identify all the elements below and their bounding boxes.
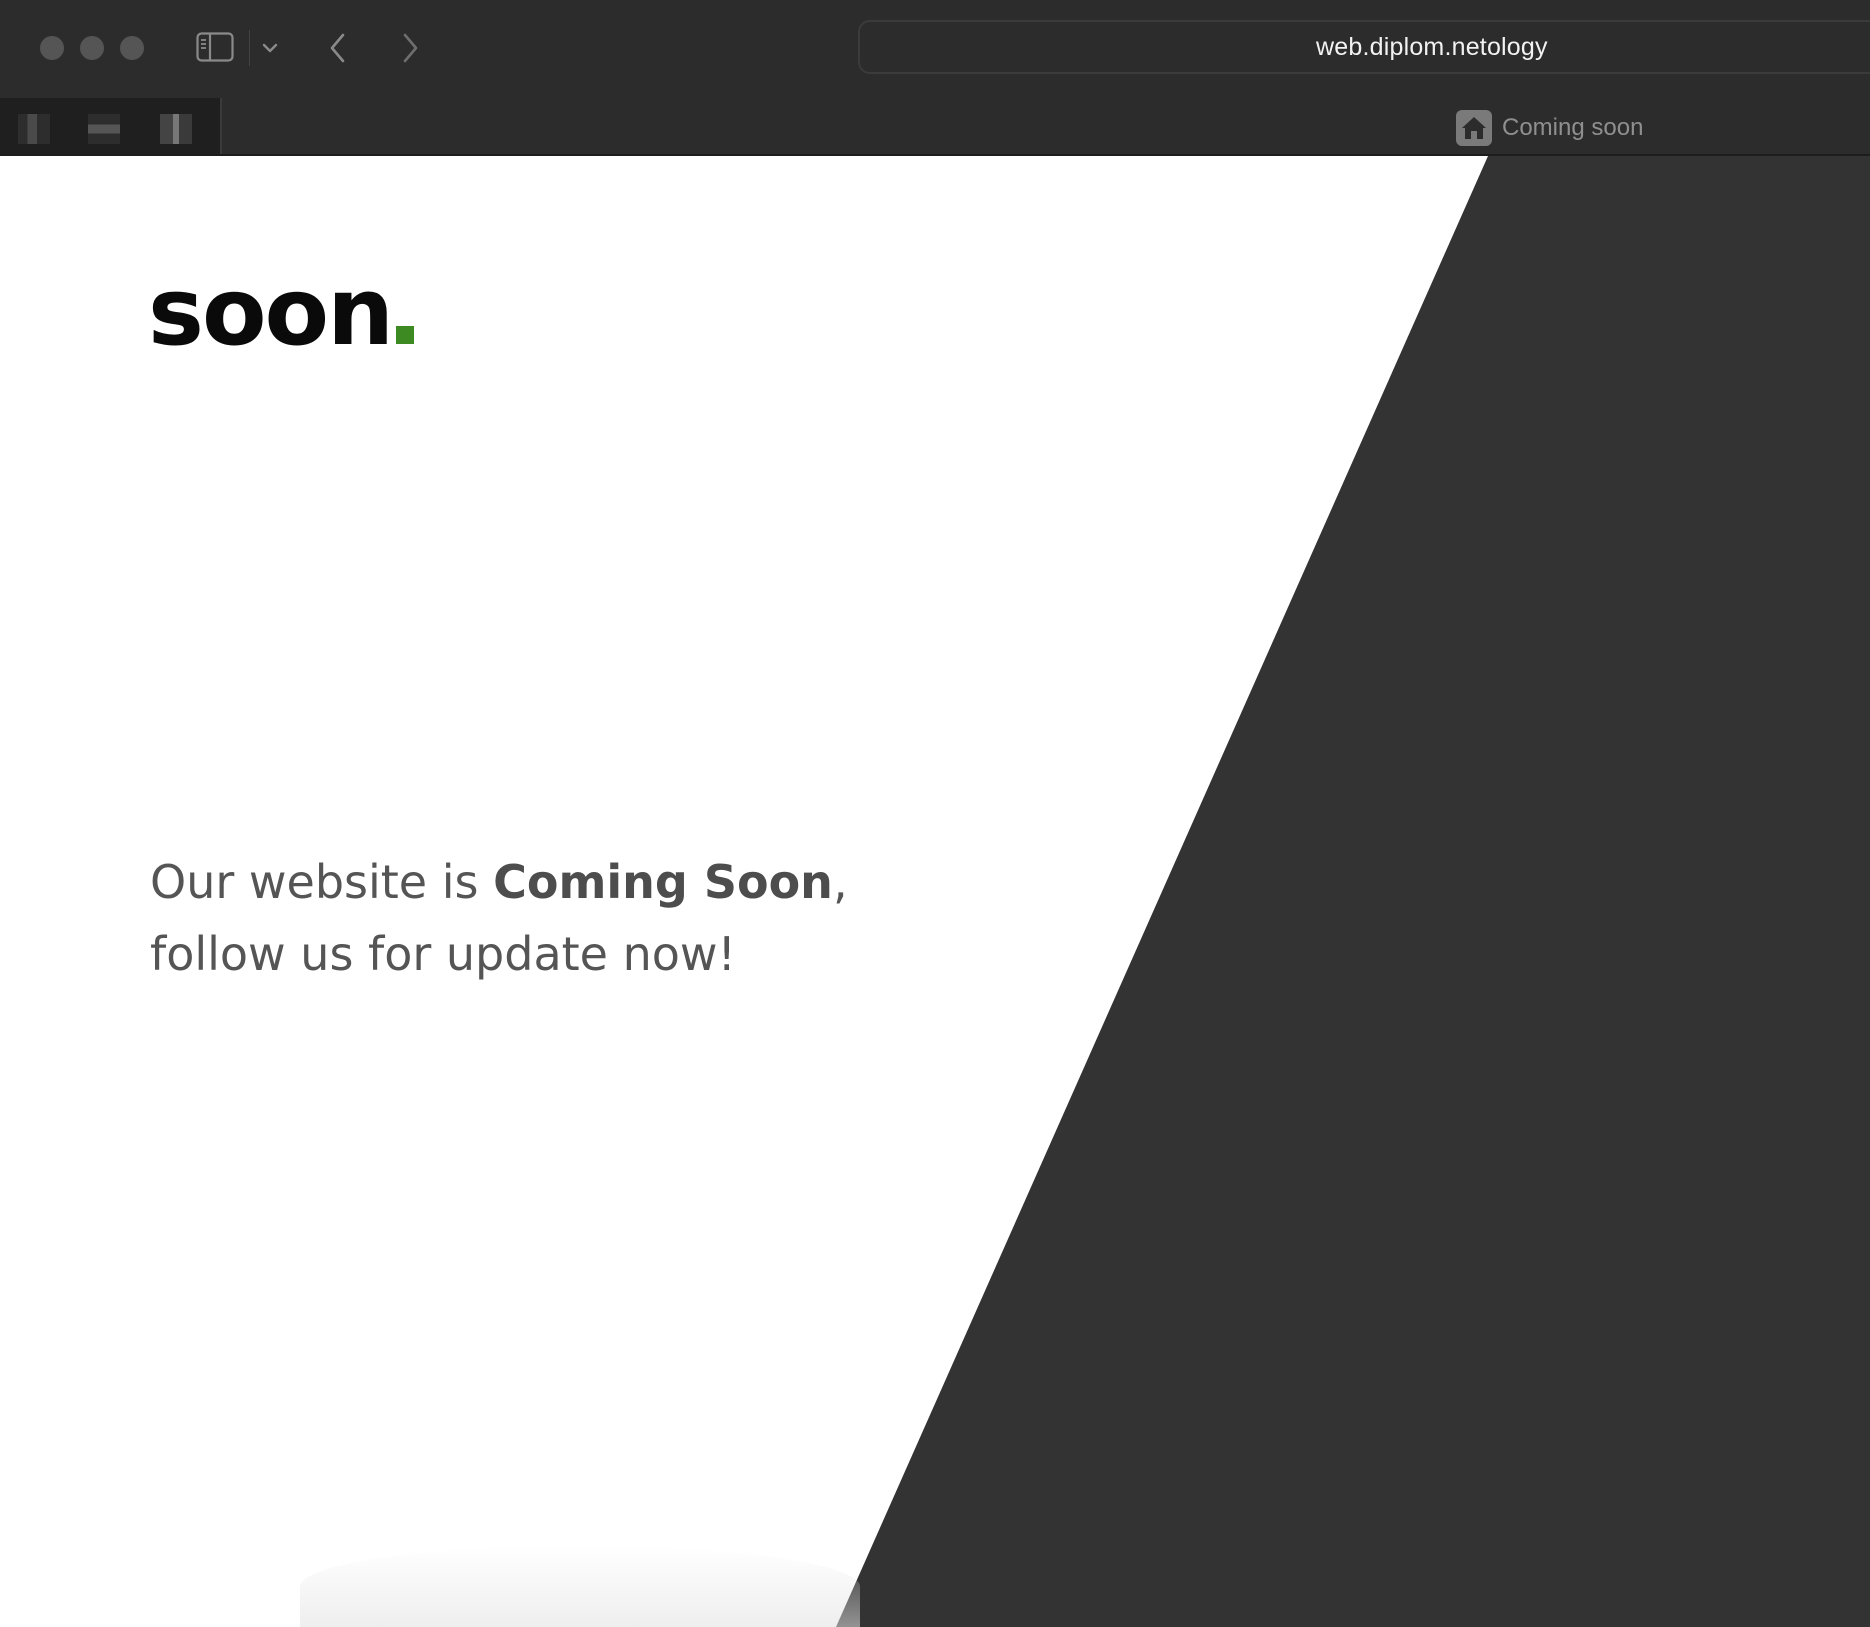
web-page: soon Our website is Coming Soon, follow … (0, 156, 1870, 1627)
pinned-tab-icon[interactable] (18, 114, 50, 144)
tab-label: Coming soon (1502, 114, 1644, 141)
address-bar[interactable]: web.diplom.netology (858, 20, 1870, 74)
logo-dot (396, 326, 415, 344)
logo-text: soon (148, 258, 394, 367)
close-window-button[interactable] (40, 36, 64, 60)
maximize-window-button[interactable] (120, 36, 144, 60)
tagline-emphasis: Coming Soon (493, 855, 833, 909)
chevron-left-icon (330, 33, 345, 63)
tab-strip: Coming soon (0, 96, 1870, 156)
pinned-favorites (0, 98, 222, 154)
chevron-right-icon (403, 33, 418, 63)
sidebar-toggle-button[interactable] (196, 32, 234, 62)
tagline-suffix: , (832, 855, 848, 909)
pinned-tab-icon[interactable] (160, 114, 192, 144)
toolbar-divider (249, 30, 250, 66)
tab-coming-soon[interactable]: Coming soon (1456, 110, 1643, 146)
browser-window: web.diplom.netology Coming soon soon Our… (0, 0, 1870, 1627)
forward-button[interactable] (396, 30, 424, 66)
pinned-tab-icon[interactable] (88, 114, 120, 144)
coming-soon-message: Our website is Coming Soon, follow us fo… (150, 846, 848, 990)
tagline-line-2: follow us for update now! (150, 927, 736, 981)
back-button[interactable] (324, 30, 352, 66)
sidebar-icon (196, 32, 234, 62)
site-logo[interactable]: soon (148, 266, 415, 360)
chevron-down-icon (262, 43, 278, 53)
url-text: web.diplom.netology (1316, 32, 1548, 61)
home-icon (1456, 110, 1492, 146)
tab-group-menu-button[interactable] (260, 38, 280, 58)
minimize-window-button[interactable] (80, 36, 104, 60)
browser-toolbar: web.diplom.netology (0, 0, 1870, 96)
tagline-line-1: Our website is Coming Soon, (150, 846, 848, 918)
tagline-prefix: Our website is (150, 855, 494, 909)
